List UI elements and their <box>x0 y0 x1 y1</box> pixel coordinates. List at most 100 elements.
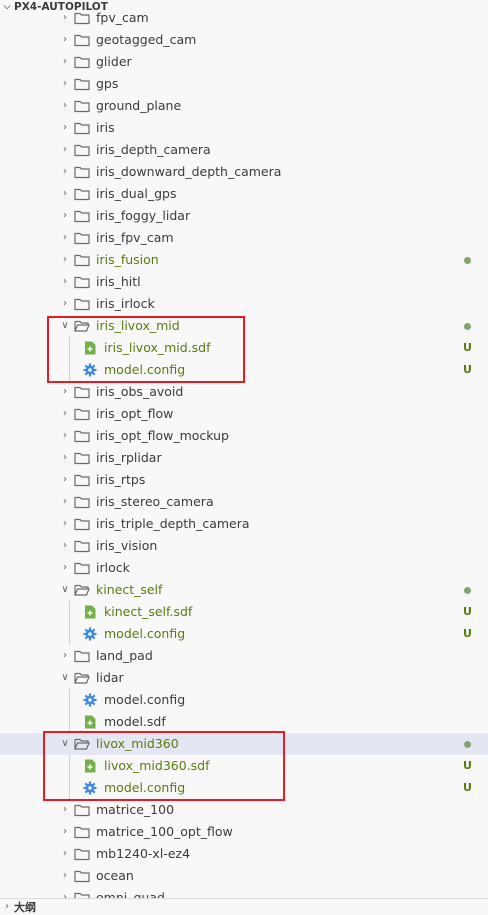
file-row-model-config[interactable]: model.config U <box>0 777 488 799</box>
folder-icon <box>74 472 90 488</box>
tree-item-label: model.config <box>104 780 186 795</box>
folder-row-iris-obs-avoid[interactable]: › iris_obs_avoid <box>0 381 488 403</box>
file-row-model-config[interactable]: model.config U <box>0 623 488 645</box>
folder-row-iris-opt-flow-mockup[interactable]: › iris_opt_flow_mockup <box>0 425 488 447</box>
folder-row-iris-hitl[interactable]: › iris_hitl <box>0 271 488 293</box>
folder-row-iris-downward-depth-camera[interactable]: › iris_downward_depth_camera <box>0 161 488 183</box>
folder-row-iris-rtps[interactable]: › iris_rtps <box>0 469 488 491</box>
chevron-down-icon[interactable]: ∨ <box>60 733 70 755</box>
tree-item-label: ground_plane <box>96 98 182 113</box>
chevron-right-icon[interactable]: › <box>60 557 70 579</box>
chevron-right-icon[interactable]: › <box>60 271 70 293</box>
chevron-right-icon[interactable]: › <box>60 403 70 425</box>
folder-row-iris-dual-gps[interactable]: › iris_dual_gps <box>0 183 488 205</box>
folder-icon <box>74 76 90 92</box>
indent-guide <box>69 755 70 799</box>
folder-row-livox-mid360[interactable]: ∨ livox_mid360 <box>0 733 488 755</box>
file-row-model-config[interactable]: model.config U <box>0 359 488 381</box>
chevron-right-icon[interactable]: › <box>60 469 70 491</box>
file-row-livox-mid360-sdf[interactable]: livox_mid360.sdf U <box>0 755 488 777</box>
indent-guide <box>69 601 70 645</box>
file-row-model-config[interactable]: model.config <box>0 689 488 711</box>
folder-icon <box>74 98 90 114</box>
folder-icon <box>74 208 90 224</box>
folder-row-kinect-self[interactable]: ∨ kinect_self <box>0 579 488 601</box>
folder-row-iris-rplidar[interactable]: › iris_rplidar <box>0 447 488 469</box>
chevron-right-icon[interactable]: › <box>60 117 70 139</box>
folder-row-iris[interactable]: › iris <box>0 117 488 139</box>
chevron-right-icon[interactable]: › <box>60 205 70 227</box>
modified-dot-icon <box>464 741 471 748</box>
chevron-right-icon[interactable]: › <box>60 183 70 205</box>
folder-icon <box>74 384 90 400</box>
file-row-kinect-self-sdf[interactable]: kinect_self.sdf U <box>0 601 488 623</box>
gear-icon <box>82 626 98 642</box>
folder-row-lidar[interactable]: ∨ lidar <box>0 667 488 689</box>
git-status-badge: U <box>463 341 472 354</box>
chevron-down-icon[interactable]: ∨ <box>60 315 70 337</box>
chevron-right-icon[interactable]: › <box>60 139 70 161</box>
chevron-right-icon[interactable]: › <box>60 425 70 447</box>
file-row-iris-livox-mid-sdf[interactable]: iris_livox_mid.sdf U <box>0 337 488 359</box>
folder-row-mb1240-xl-ez4[interactable]: › mb1240-xl-ez4 <box>0 843 488 865</box>
folder-icon <box>74 274 90 290</box>
chevron-right-icon[interactable]: › <box>60 51 70 73</box>
folder-row-iris-fpv-cam[interactable]: › iris_fpv_cam <box>0 227 488 249</box>
tree-item-label: iris_vision <box>96 538 158 553</box>
folder-icon <box>74 560 90 576</box>
folder-row-ocean[interactable]: › ocean <box>0 865 488 887</box>
folder-row-matrice-100-opt-flow[interactable]: › matrice_100_opt_flow <box>0 821 488 843</box>
folder-row-matrice-100[interactable]: › matrice_100 <box>0 799 488 821</box>
folder-row-iris-stereo-camera[interactable]: › iris_stereo_camera <box>0 491 488 513</box>
git-status-badge: U <box>463 759 472 772</box>
chevron-right-icon[interactable]: › <box>60 29 70 51</box>
tree-item-label: iris_opt_flow_mockup <box>96 428 229 443</box>
folder-open-icon <box>74 736 90 752</box>
folder-row-fpv-cam[interactable]: › fpv_cam <box>0 7 488 29</box>
chevron-right-icon[interactable]: › <box>60 293 70 315</box>
folder-row-glider[interactable]: › glider <box>0 51 488 73</box>
chevron-down-icon[interactable]: ∨ <box>60 667 70 689</box>
chevron-down-icon[interactable]: ∨ <box>60 579 70 601</box>
chevron-right-icon[interactable]: › <box>60 821 70 843</box>
chevron-right-icon[interactable]: › <box>60 73 70 95</box>
folder-row-land-pad[interactable]: › land_pad <box>0 645 488 667</box>
folder-row-iris-triple-depth-camera[interactable]: › iris_triple_depth_camera <box>0 513 488 535</box>
folder-row-iris-livox-mid[interactable]: ∨ iris_livox_mid <box>0 315 488 337</box>
chevron-right-icon[interactable]: › <box>60 645 70 667</box>
sdf-file-icon <box>82 714 98 730</box>
folder-row-ground-plane[interactable]: › ground_plane <box>0 95 488 117</box>
folder-icon <box>74 516 90 532</box>
chevron-right-icon[interactable]: › <box>60 535 70 557</box>
outline-section-header[interactable]: › 大纲 <box>0 898 488 914</box>
chevron-right-icon[interactable]: › <box>60 491 70 513</box>
tree-item-label: glider <box>96 54 132 69</box>
chevron-right-icon[interactable]: › <box>60 227 70 249</box>
chevron-right-icon[interactable]: › <box>60 843 70 865</box>
chevron-right-icon[interactable]: › <box>60 513 70 535</box>
chevron-right-icon[interactable]: › <box>60 7 70 29</box>
chevron-right-icon[interactable]: › <box>60 381 70 403</box>
chevron-right-icon[interactable]: › <box>60 249 70 271</box>
folder-row-iris-opt-flow[interactable]: › iris_opt_flow <box>0 403 488 425</box>
tree-item-label: iris_rtps <box>96 472 146 487</box>
chevron-right-icon[interactable]: › <box>60 161 70 183</box>
tree-item-label: fpv_cam <box>96 10 149 25</box>
folder-row-iris-foggy-lidar[interactable]: › iris_foggy_lidar <box>0 205 488 227</box>
folder-row-iris-irlock[interactable]: › iris_irlock <box>0 293 488 315</box>
folder-row-iris-depth-camera[interactable]: › iris_depth_camera <box>0 139 488 161</box>
tree-item-label: iris_obs_avoid <box>96 384 184 399</box>
folder-row-gps[interactable]: › gps <box>0 73 488 95</box>
folder-row-iris-vision[interactable]: › iris_vision <box>0 535 488 557</box>
chevron-right-icon[interactable]: › <box>60 95 70 117</box>
chevron-right-icon[interactable]: › <box>60 865 70 887</box>
folder-row-irlock[interactable]: › irlock <box>0 557 488 579</box>
folder-icon <box>74 428 90 444</box>
folder-row-geotagged-cam[interactable]: › geotagged_cam <box>0 29 488 51</box>
chevron-right-icon[interactable]: › <box>60 447 70 469</box>
tree-item-label: geotagged_cam <box>96 32 197 47</box>
file-row-model-sdf[interactable]: model.sdf <box>0 711 488 733</box>
chevron-right-icon[interactable]: › <box>60 799 70 821</box>
file-tree: › fpv_cam › geotagged_cam › glider › gps › ground… <box>0 7 488 909</box>
folder-row-iris-fusion[interactable]: › iris_fusion <box>0 249 488 271</box>
